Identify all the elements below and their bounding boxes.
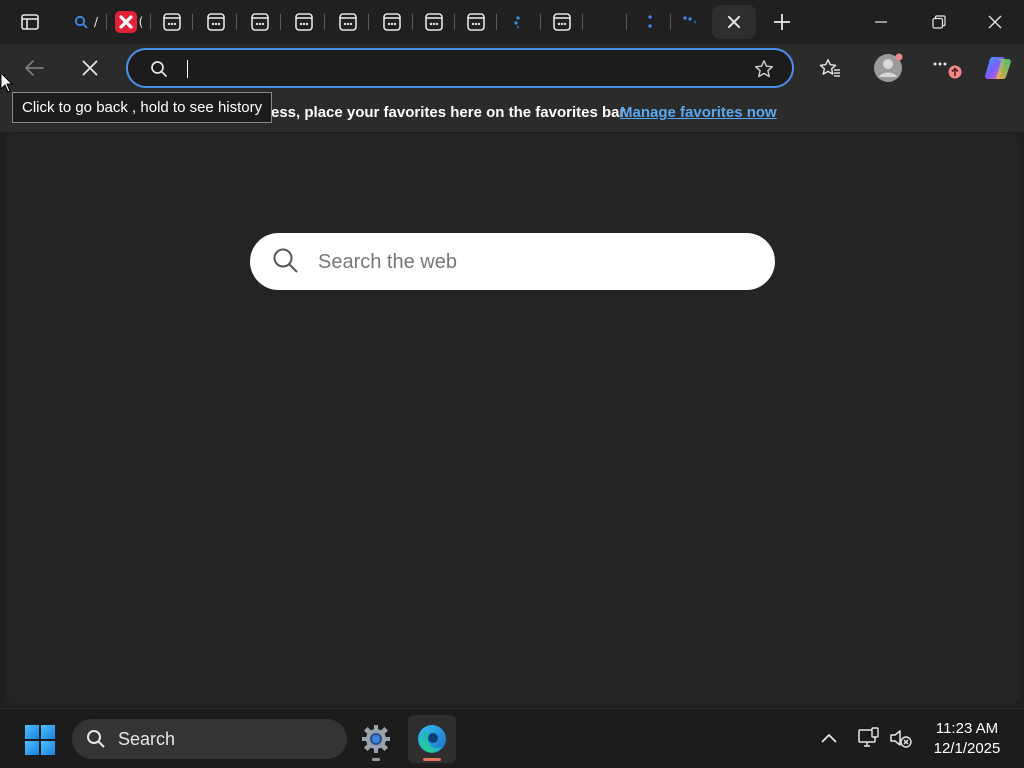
taskbar-edge-app[interactable] [408,715,456,763]
tab-bar: / ( [0,0,1024,44]
page-icon [553,13,571,31]
favorite-star-icon[interactable] [754,59,774,79]
tab[interactable] [372,5,413,39]
start-button[interactable] [22,722,58,758]
page-icon [339,13,357,31]
chevron-up-icon [821,733,837,743]
stop-loading-button[interactable] [74,52,106,84]
tab[interactable] [672,5,710,39]
restore-icon [932,15,946,29]
minimize-button[interactable] [852,0,910,44]
tab-actions-icon [21,14,39,30]
mouse-pointer-icon [0,72,14,93]
address-input[interactable] [190,56,730,82]
stop-icon [82,60,98,76]
web-search-box[interactable] [250,233,775,290]
tab[interactable] [152,5,193,39]
favorites-button[interactable] [814,52,846,84]
page-icon [467,13,485,31]
page-icon [383,13,401,31]
search-icon [87,730,105,748]
search-icon [74,15,88,29]
tab[interactable] [586,5,627,39]
show-hidden-icons-button[interactable] [816,725,842,751]
search-icon [151,61,168,78]
close-tab-icon[interactable] [725,13,743,31]
tab[interactable] [456,5,497,39]
favorites-bar-message: ess, place your favorites here on the fa… [271,104,629,121]
restore-button[interactable] [910,0,968,44]
tab-active[interactable] [712,5,756,39]
active-indicator [423,758,441,761]
navigation-toolbar [0,44,1024,92]
tab-label-fragment: / [93,15,99,29]
tab[interactable] [630,5,671,39]
page-icon [163,13,181,31]
more-dots-icon [933,62,962,79]
favorites-icon [819,59,840,77]
close-window-button[interactable] [966,0,1024,44]
tab[interactable] [500,5,541,39]
tab[interactable]: / [66,5,107,39]
clock-date: 12/1/2025 [933,740,1001,757]
settings-gear-icon [362,725,390,753]
desktop: / (ess, place your favorites here on th… [0,0,1024,768]
taskbar: Search 11:23 AM 12/1/2025 [0,708,1024,768]
loading-icon [514,16,520,29]
tab[interactable] [284,5,325,39]
system-clock[interactable]: 11:23 AM 12/1/2025 [922,719,1012,759]
back-button[interactable] [18,52,50,84]
settings-and-more-button[interactable] [928,52,964,84]
profile-button[interactable] [870,52,906,84]
taskbar-search-label: Search [118,729,176,749]
tab[interactable] [196,5,237,39]
running-indicator [372,758,380,761]
new-tab-page [6,134,1020,704]
loading-icon [648,15,652,28]
tab[interactable] [414,5,455,39]
volume-muted-icon [890,730,912,748]
tab-actions-button[interactable] [14,8,46,36]
page-icon [251,13,269,31]
taskbar-settings-app[interactable] [352,715,400,763]
search-icon [273,248,298,273]
page-icon [295,13,313,31]
page-icon [425,13,443,31]
red-x-app-icon [114,11,137,33]
edge-browser-icon [418,725,446,753]
back-button-tooltip: Click to go back , hold to see history [12,92,273,123]
back-arrow-icon [25,60,44,76]
tab[interactable] [240,5,281,39]
network-status-button[interactable] [856,725,882,751]
clock-time: 11:23 AM [935,720,999,737]
page-icon [207,13,225,31]
volume-button[interactable] [888,725,914,751]
text-caret [187,60,188,78]
loading-icon [683,16,697,24]
web-search-input[interactable] [318,247,748,277]
minimize-icon [875,21,887,23]
network-icon [858,727,879,747]
new-tab-button[interactable] [766,8,798,36]
close-icon [988,15,1002,29]
avatar-icon [874,53,903,82]
manage-favorites-link[interactable]: Manage favorites now [620,104,777,121]
copilot-icon [985,57,1011,80]
windows-logo-icon [25,725,55,755]
taskbar-search-box[interactable]: Search [72,719,347,759]
tab[interactable] [542,5,583,39]
tab-label-fragment: ( [138,15,144,29]
plus-icon [774,14,790,30]
copilot-button[interactable] [982,52,1014,84]
address-bar[interactable] [126,48,794,88]
tab[interactable] [328,5,369,39]
tab[interactable]: ( [108,5,151,39]
